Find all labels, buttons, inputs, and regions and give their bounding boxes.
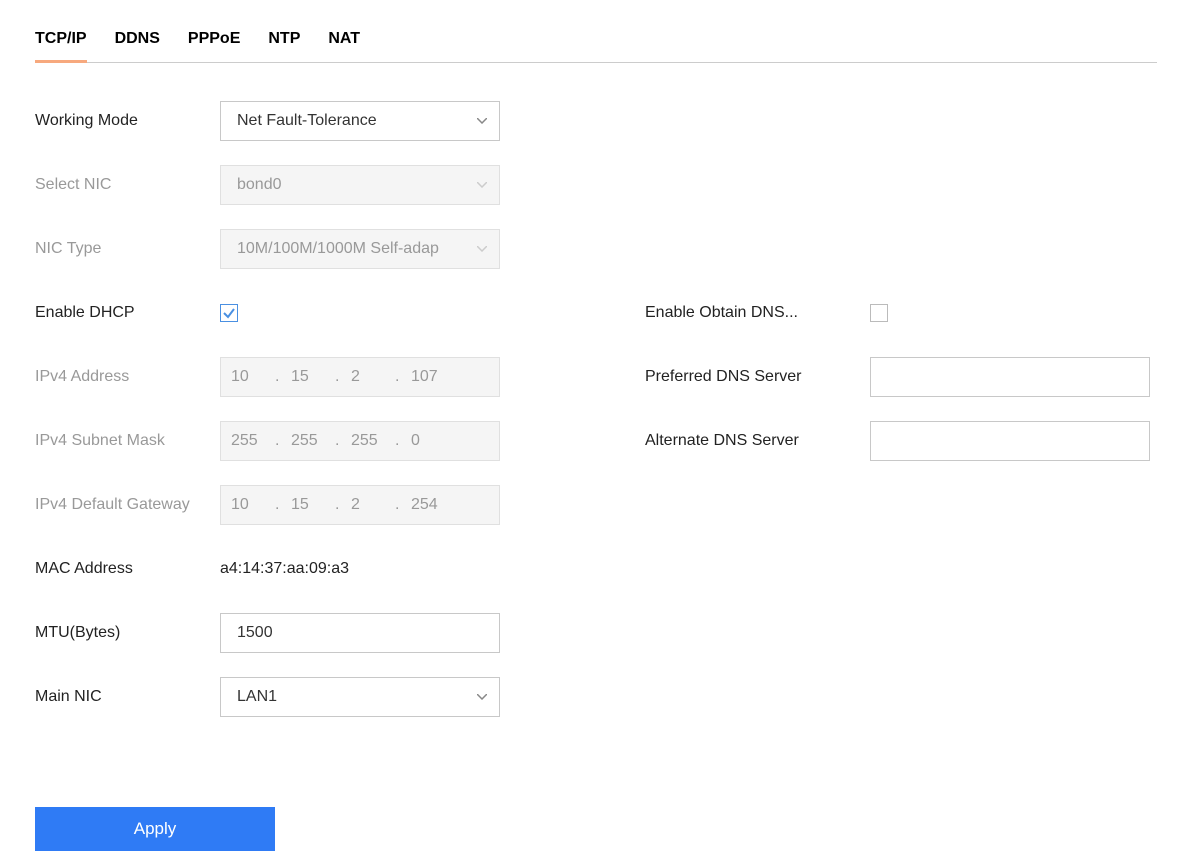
- caret-down-icon: [477, 118, 487, 124]
- tab-pppoe[interactable]: PPPoE: [188, 30, 240, 62]
- mac-address-value: a4:14:37:aa:09:a3: [220, 560, 349, 577]
- caret-down-icon: [477, 182, 487, 188]
- ipv4-gateway-label: IPv4 Default Gateway: [35, 496, 220, 514]
- tab-nat[interactable]: NAT: [328, 30, 360, 62]
- preferred-dns-label: Preferred DNS Server: [645, 368, 870, 386]
- ipv4-address-label: IPv4 Address: [35, 368, 220, 386]
- ipv4-subnet-label: IPv4 Subnet Mask: [35, 432, 220, 450]
- main-nic-label: Main NIC: [35, 688, 220, 706]
- ip-octet: 254: [407, 496, 453, 514]
- nic-type-select: 10M/100M/1000M Self-adap: [220, 229, 500, 269]
- ip-octet: 107: [407, 368, 453, 386]
- ip-octet: 255: [287, 432, 333, 450]
- alternate-dns-label: Alternate DNS Server: [645, 432, 870, 450]
- mtu-label: MTU(Bytes): [35, 624, 220, 642]
- tab-ddns[interactable]: DDNS: [115, 30, 160, 62]
- preferred-dns-input[interactable]: [870, 357, 1150, 397]
- network-tabs: TCP/IP DDNS PPPoE NTP NAT: [35, 30, 1157, 63]
- tab-ntp[interactable]: NTP: [268, 30, 300, 62]
- working-mode-select[interactable]: Net Fault-Tolerance: [220, 101, 500, 141]
- nic-type-label: NIC Type: [35, 240, 220, 258]
- working-mode-value: Net Fault-Tolerance: [237, 112, 377, 130]
- nic-type-value: 10M/100M/1000M Self-adap: [237, 240, 439, 258]
- tab-tcpip[interactable]: TCP/IP: [35, 30, 87, 62]
- ip-octet: 0: [407, 432, 453, 450]
- main-nic-select[interactable]: LAN1: [220, 677, 500, 717]
- ip-octet: 10: [227, 496, 273, 514]
- ip-octet: 15: [287, 368, 333, 386]
- ipv4-subnet-input: 255. 255. 255. 0: [220, 421, 500, 461]
- ip-octet: 255: [227, 432, 273, 450]
- ip-octet: 15: [287, 496, 333, 514]
- enable-obtain-dns-checkbox[interactable]: [870, 304, 888, 322]
- select-nic-value: bond0: [237, 176, 282, 194]
- main-nic-value: LAN1: [237, 688, 277, 706]
- ip-octet: 10: [227, 368, 273, 386]
- apply-button[interactable]: Apply: [35, 807, 275, 851]
- working-mode-label: Working Mode: [35, 112, 220, 130]
- mac-address-label: MAC Address: [35, 560, 220, 578]
- alternate-dns-input[interactable]: [870, 421, 1150, 461]
- enable-obtain-dns-label: Enable Obtain DNS...: [645, 304, 870, 322]
- ip-octet: 2: [347, 368, 393, 386]
- caret-down-icon: [477, 246, 487, 252]
- mtu-input[interactable]: [220, 613, 500, 653]
- caret-down-icon: [477, 694, 487, 700]
- ipv4-address-input: 10. 15. 2. 107: [220, 357, 500, 397]
- select-nic-label: Select NIC: [35, 176, 220, 194]
- ip-octet: 255: [347, 432, 393, 450]
- ip-octet: 2: [347, 496, 393, 514]
- ipv4-gateway-input: 10. 15. 2. 254: [220, 485, 500, 525]
- select-nic-select: bond0: [220, 165, 500, 205]
- enable-dhcp-label: Enable DHCP: [35, 304, 220, 322]
- enable-dhcp-checkbox[interactable]: [220, 304, 238, 322]
